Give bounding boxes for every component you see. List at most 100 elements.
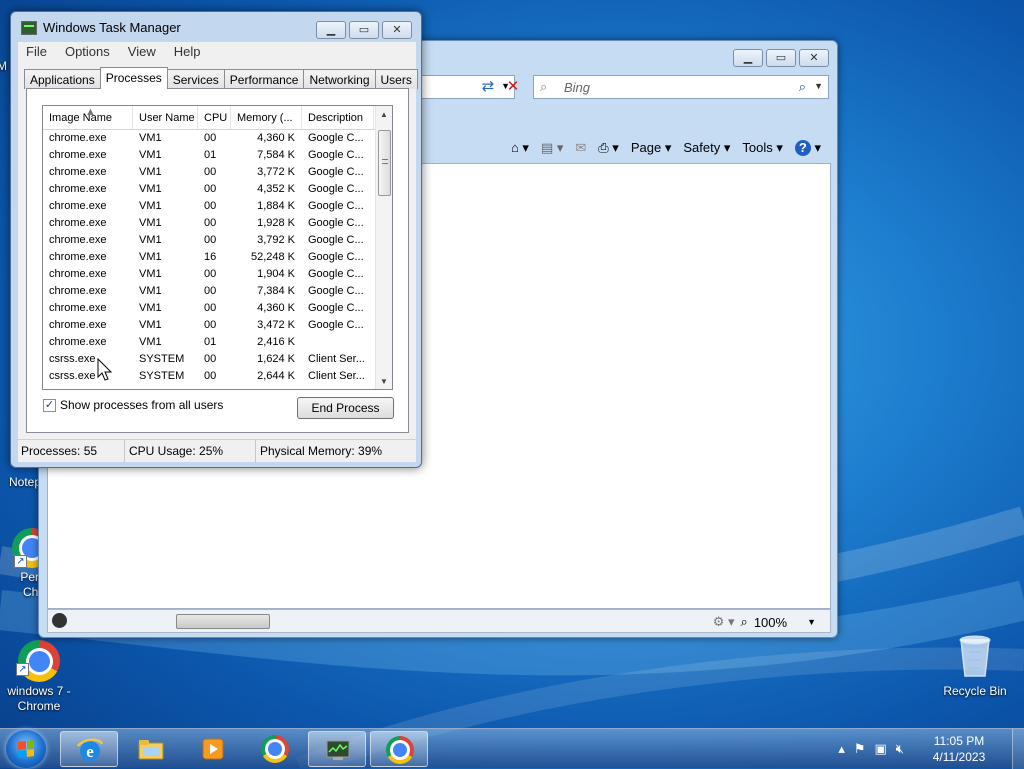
taskbar-chrome-1[interactable]: [246, 731, 304, 767]
refresh-icon[interactable]: ⇄: [477, 76, 499, 98]
edge-label-text: M: [0, 59, 7, 73]
taskbar-explorer[interactable]: [122, 731, 180, 767]
row-user-name: VM1: [139, 132, 162, 144]
row-user-name: VM1: [139, 336, 162, 348]
col-cpu[interactable]: CPU: [198, 106, 231, 129]
row-description: Client Ser...: [308, 353, 365, 365]
tools-menu[interactable]: Tools ▾: [742, 140, 783, 156]
status-cpu: CPU Usage: 25%: [125, 440, 256, 462]
menu-help[interactable]: Help: [174, 44, 201, 62]
taskbar-media-player[interactable]: [184, 731, 242, 767]
row-memory: 1,928 K: [257, 217, 295, 229]
show-desktop-button[interactable]: [1012, 729, 1024, 769]
show-all-checkbox[interactable]: ✓: [43, 398, 56, 412]
tools-menu-label: Tools: [742, 140, 773, 155]
tab-processes[interactable]: Processes: [99, 67, 168, 89]
row-cpu: 00: [204, 132, 217, 144]
table-row[interactable]: chrome.exe VM1 01 2,416 K: [43, 334, 392, 351]
taskbar-ie[interactable]: e: [60, 731, 118, 767]
table-row[interactable]: chrome.exe VM1 00 4,360 K Google C...: [43, 300, 392, 317]
feeds-icon[interactable]: ▤ ▾: [541, 140, 563, 156]
row-description: Google C...: [308, 183, 364, 195]
tab-services[interactable]: Services: [166, 69, 225, 89]
table-row[interactable]: chrome.exe VM1 00 4,352 K Google C...: [43, 181, 392, 198]
search-icon[interactable]: ⌕: [799, 79, 806, 95]
scroll-thumb[interactable]: [378, 130, 391, 196]
windows-logo-icon: [18, 740, 34, 758]
table-row[interactable]: chrome.exe VM1 00 1,904 K Google C...: [43, 266, 392, 283]
ie-close-button[interactable]: ✕: [799, 49, 829, 67]
row-image-name: chrome.exe: [49, 200, 107, 212]
ie-search-box[interactable]: ⌕ Bing ⌕ ▼: [533, 75, 829, 99]
table-row[interactable]: chrome.exe VM1 00 3,472 K Google C...: [43, 317, 392, 334]
table-row[interactable]: chrome.exe VM1 00 3,772 K Google C...: [43, 164, 392, 181]
ie-address-bar[interactable]: ▼: [419, 75, 515, 99]
table-row[interactable]: csrss.exe SYSTEM 00 1,624 K Client Ser...: [43, 351, 392, 368]
stop-icon[interactable]: ✕: [502, 76, 524, 98]
speaker-muted-icon[interactable]: 🔇︎: [896, 741, 904, 757]
tab-networking[interactable]: Networking: [303, 69, 376, 89]
task-manager-title: Windows Task Manager: [43, 20, 181, 35]
tab-performance[interactable]: Performance: [223, 69, 305, 89]
table-row[interactable]: csrss.exe SYSTEM 00 2,644 K Client Ser...: [43, 368, 392, 385]
menu-file[interactable]: File: [26, 44, 47, 62]
row-description: Google C...: [308, 217, 364, 229]
tab-users[interactable]: Users: [374, 69, 418, 89]
windows7-chrome-label: windows 7 - Chrome: [7, 684, 71, 713]
table-row[interactable]: chrome.exe VM1 01 7,584 K Google C...: [43, 147, 392, 164]
process-list-header: ▲ Image Name User Name CPU Memory (... D…: [43, 106, 392, 130]
desktop-icon-recycle-bin[interactable]: Recycle Bin: [936, 632, 1014, 699]
tm-close-button[interactable]: ✕: [382, 21, 412, 39]
tm-maximize-button[interactable]: ▭: [349, 21, 379, 39]
tab-applications[interactable]: Applications: [24, 69, 101, 89]
zoom-dropdown-icon[interactable]: ▼: [807, 617, 816, 627]
table-row[interactable]: chrome.exe VM1 00 4,360 K Google C...: [43, 130, 392, 147]
scroll-up-icon[interactable]: ▲: [380, 110, 388, 119]
ie-search-dropdown-icon[interactable]: ▼: [814, 81, 823, 91]
row-description: Google C...: [308, 285, 364, 297]
home-icon[interactable]: ⌂ ▾: [511, 140, 529, 156]
col-description[interactable]: Description: [302, 106, 374, 129]
recycle-bin-label: Recycle Bin: [943, 684, 1007, 698]
process-list-scrollbar[interactable]: ▲ ▼: [375, 106, 392, 389]
process-list[interactable]: ▲ Image Name User Name CPU Memory (... D…: [42, 105, 393, 390]
col-memory[interactable]: Memory (...: [231, 106, 302, 129]
ie-zoom-control[interactable]: ⚙ ▾ ⌕ 100% ▼: [713, 614, 816, 630]
safety-menu[interactable]: Safety ▾: [683, 140, 730, 156]
sort-ascending-icon: ▲: [85, 106, 96, 118]
task-manager-window[interactable]: Windows Task Manager ▁ ▭ ✕ File Options …: [10, 11, 422, 468]
clock[interactable]: 11:05 PM 4/11/2023: [920, 733, 998, 765]
show-all-processes[interactable]: ✓ Show processes from all users: [43, 398, 223, 412]
table-row[interactable]: chrome.exe VM1 00 1,928 K Google C...: [43, 215, 392, 232]
help-icon[interactable]: ? ▾: [794, 140, 821, 156]
status-processes: Processes: 55: [18, 440, 125, 462]
protected-mode-icon[interactable]: ⚙ ▾: [713, 614, 735, 630]
row-memory: 1,624 K: [257, 353, 295, 365]
ie-maximize-button[interactable]: ▭: [766, 49, 796, 67]
show-all-label: Show processes from all users: [60, 398, 224, 412]
mail-icon[interactable]: ✉: [575, 140, 586, 156]
network-icon[interactable]: ▣: [875, 741, 887, 757]
col-user-name[interactable]: User Name: [133, 106, 198, 129]
end-process-button[interactable]: End Process: [297, 397, 394, 419]
table-row[interactable]: chrome.exe VM1 00 1,884 K Google C...: [43, 198, 392, 215]
flag-icon[interactable]: ⚑: [854, 741, 866, 757]
task-manager-title-bar[interactable]: Windows Task Manager: [21, 20, 181, 35]
table-row[interactable]: chrome.exe VM1 00 3,792 K Google C...: [43, 232, 392, 249]
taskbar-task-manager[interactable]: [308, 731, 366, 767]
chrome-icon: [261, 735, 289, 763]
desktop-icon-windows7-chrome[interactable]: ↗ windows 7 - Chrome: [0, 640, 78, 714]
scroll-down-icon[interactable]: ▼: [380, 377, 388, 386]
ie-minimize-button[interactable]: ▁: [733, 49, 763, 67]
table-row[interactable]: chrome.exe VM1 00 7,384 K Google C...: [43, 283, 392, 300]
start-button[interactable]: [6, 730, 46, 768]
print-icon[interactable]: ⎙ ▾: [598, 140, 619, 156]
menu-view[interactable]: View: [128, 44, 156, 62]
tray-icons: ▴ ⚑ ▣ 🔇︎: [838, 741, 904, 757]
tm-minimize-button[interactable]: ▁: [316, 21, 346, 39]
menu-options[interactable]: Options: [65, 44, 110, 62]
taskbar-chrome-2[interactable]: [370, 731, 428, 767]
page-menu[interactable]: Page ▾: [631, 140, 672, 156]
table-row[interactable]: chrome.exe VM1 16 52,248 K Google C...: [43, 249, 392, 266]
chevron-up-icon[interactable]: ▴: [838, 741, 845, 757]
